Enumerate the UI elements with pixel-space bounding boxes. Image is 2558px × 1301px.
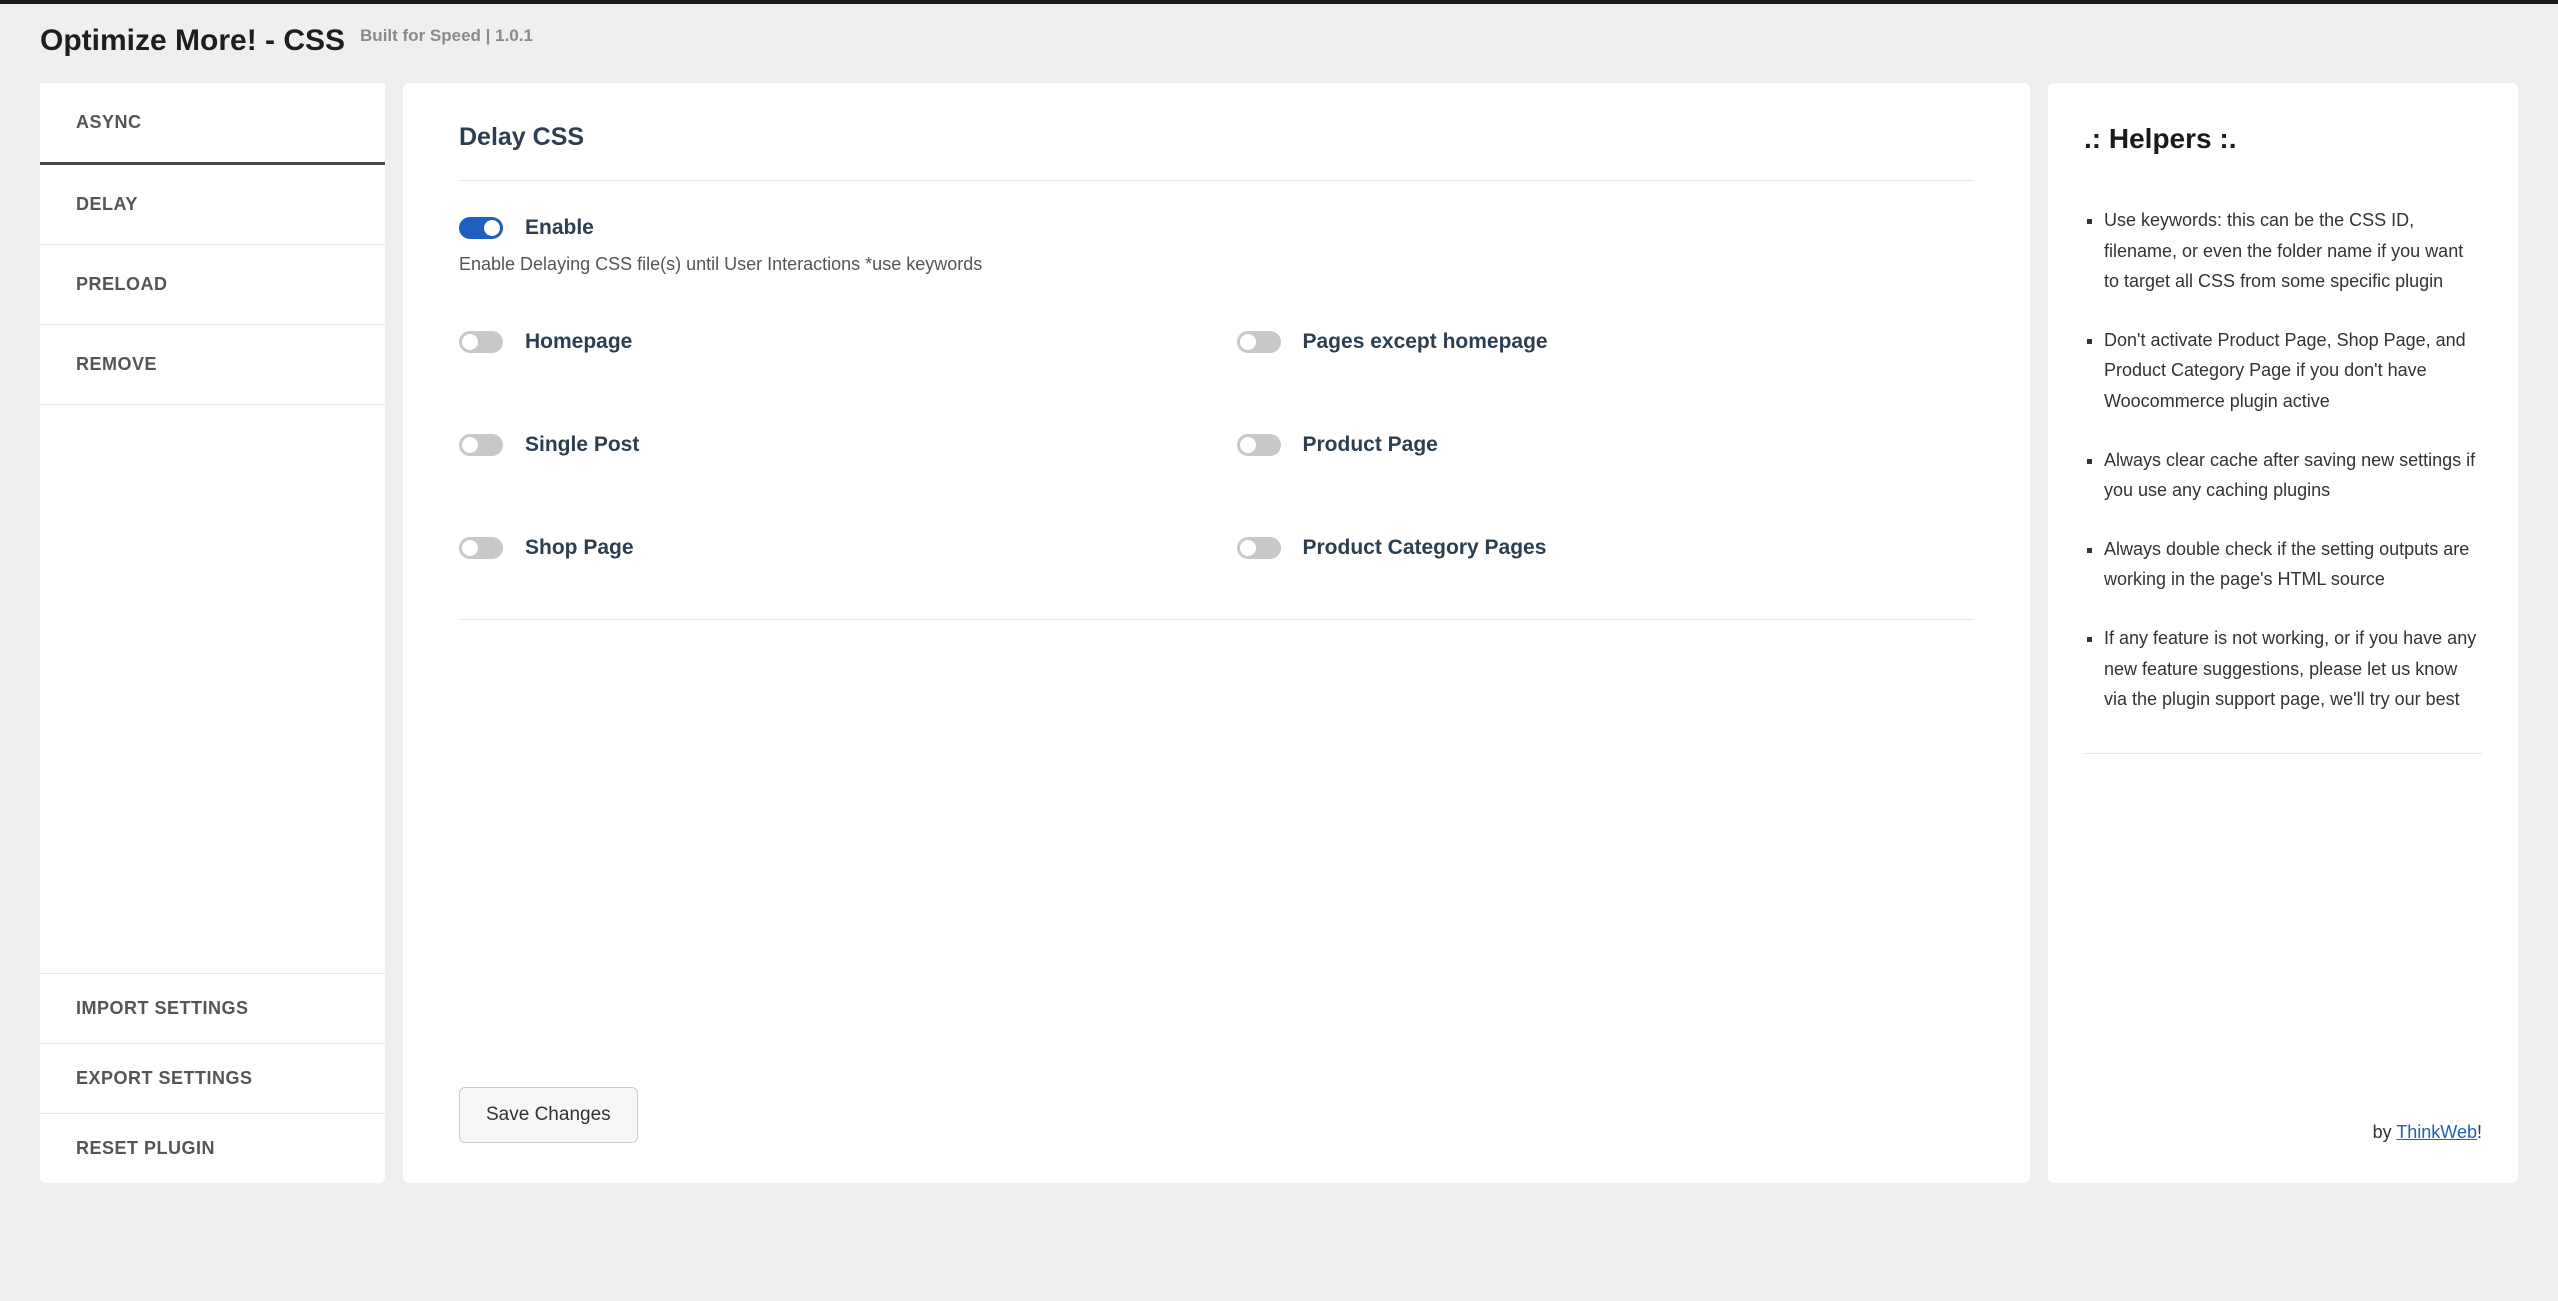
- section-title: Delay CSS: [459, 123, 1974, 181]
- pages-except-homepage-toggle[interactable]: [1237, 331, 1281, 353]
- sidebar-top: ASYNC DELAY PRELOAD REMOVE: [40, 83, 385, 973]
- option-pages-except-homepage: Pages except homepage: [1237, 330, 1975, 354]
- option-label: Single Post: [525, 433, 639, 457]
- sidebar-item-import-settings[interactable]: IMPORT SETTINGS: [40, 973, 385, 1043]
- option-homepage: Homepage: [459, 330, 1197, 354]
- toggle-knob: [462, 334, 478, 350]
- sidebar-item-label: DELAY: [76, 194, 138, 214]
- sidebar-item-export-settings[interactable]: EXPORT SETTINGS: [40, 1043, 385, 1113]
- toggle-knob: [1240, 437, 1256, 453]
- page-tagline: Built for Speed | 1.0.1: [360, 26, 533, 46]
- product-page-toggle[interactable]: [1237, 434, 1281, 456]
- helpers-panel: .: Helpers :. Use keywords: this can be …: [2048, 83, 2518, 1183]
- sidebar-item-reset-plugin[interactable]: RESET PLUGIN: [40, 1113, 385, 1183]
- sidebar-item-preload[interactable]: PRELOAD: [40, 245, 385, 325]
- sidebar-bottom: IMPORT SETTINGS EXPORT SETTINGS RESET PL…: [40, 973, 385, 1183]
- page-header: Optimize More! - CSS Built for Speed | 1…: [40, 24, 2518, 58]
- option-label: Homepage: [525, 330, 632, 354]
- divider: [2084, 753, 2482, 754]
- product-category-pages-toggle[interactable]: [1237, 537, 1281, 559]
- sidebar-item-delay[interactable]: DELAY: [40, 165, 385, 245]
- toggle-knob: [1240, 334, 1256, 350]
- helpers-title: .: Helpers :.: [2084, 123, 2482, 155]
- toggle-knob: [462, 540, 478, 556]
- sidebar-item-label: ASYNC: [76, 112, 142, 132]
- sidebar-item-label: PRELOAD: [76, 274, 168, 294]
- option-label: Product Page: [1303, 433, 1438, 457]
- footer-by: by: [2373, 1122, 2397, 1142]
- footer-link[interactable]: ThinkWeb: [2396, 1122, 2477, 1142]
- sidebar-item-label: REMOVE: [76, 354, 157, 374]
- helpers-footer: by ThinkWeb!: [2084, 1122, 2482, 1143]
- footer-excl: !: [2477, 1122, 2482, 1142]
- helpers-list: Use keywords: this can be the CSS ID, fi…: [2084, 205, 2482, 743]
- main-panel: Delay CSS Enable Enable Delaying CSS fil…: [403, 83, 2030, 1183]
- helper-item: Always clear cache after saving new sett…: [2104, 445, 2482, 506]
- sidebar-item-label: IMPORT SETTINGS: [76, 998, 249, 1018]
- helper-item: If any feature is not working, or if you…: [2104, 623, 2482, 715]
- sidebar-item-label: EXPORT SETTINGS: [76, 1068, 253, 1088]
- option-label: Product Category Pages: [1303, 536, 1547, 560]
- helper-item: Always double check if the setting outpu…: [2104, 534, 2482, 595]
- option-single-post: Single Post: [459, 433, 1197, 457]
- enable-toggle[interactable]: [459, 217, 503, 239]
- single-post-toggle[interactable]: [459, 434, 503, 456]
- shop-page-toggle[interactable]: [459, 537, 503, 559]
- sidebar-item-remove[interactable]: REMOVE: [40, 325, 385, 405]
- option-label: Pages except homepage: [1303, 330, 1548, 354]
- enable-label: Enable: [525, 216, 594, 240]
- option-shop-page: Shop Page: [459, 536, 1197, 560]
- option-product-category-pages: Product Category Pages: [1237, 536, 1975, 560]
- enable-description: Enable Delaying CSS file(s) until User I…: [459, 254, 1974, 275]
- sidebar-item-label: RESET PLUGIN: [76, 1138, 215, 1158]
- options-grid: Homepage Pages except homepage Single Po…: [459, 330, 1974, 620]
- page-title: Optimize More! - CSS: [40, 24, 345, 58]
- option-product-page: Product Page: [1237, 433, 1975, 457]
- enable-row: Enable: [459, 216, 1974, 240]
- toggle-knob: [1240, 540, 1256, 556]
- toggle-knob: [484, 220, 500, 236]
- helper-item: Use keywords: this can be the CSS ID, fi…: [2104, 205, 2482, 297]
- sidebar: ASYNC DELAY PRELOAD REMOVE IMPORT SETTIN…: [40, 83, 385, 1183]
- save-button[interactable]: Save Changes: [459, 1087, 638, 1143]
- homepage-toggle[interactable]: [459, 331, 503, 353]
- toggle-knob: [462, 437, 478, 453]
- helper-item: Don't activate Product Page, Shop Page, …: [2104, 325, 2482, 417]
- option-label: Shop Page: [525, 536, 634, 560]
- sidebar-item-async[interactable]: ASYNC: [40, 83, 385, 165]
